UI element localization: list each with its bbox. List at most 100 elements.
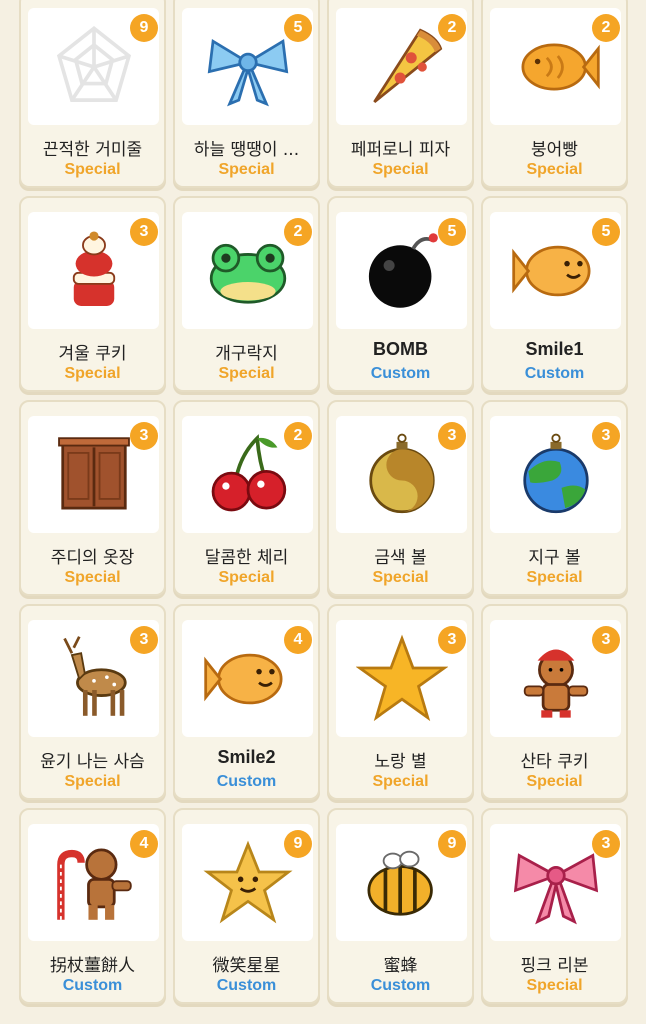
sticker-name: BOMB [373,339,428,359]
sticker-name: Smile1 [525,339,584,359]
count-badge: 9 [438,830,466,858]
sticker-card[interactable]: 3 산타 쿠키 Special [481,604,628,800]
gingerbread-cane-icon [56,848,132,920]
sticker-type-label: Special [64,569,121,586]
sticker-type-label: Custom [370,977,431,994]
sticker-type-label: Custom [216,977,277,994]
sticker-type-label: Special [64,365,121,382]
blue-ribbon-icon [207,38,288,106]
sticker-type-label: Special [526,977,583,994]
sticker-type-label: Special [526,773,583,790]
pizza-icon [372,27,442,103]
sticker-type-label: Special [372,773,429,790]
sticker-card[interactable]: 5 Smile1 Custom [481,196,628,392]
sticker-type-label: Special [372,569,429,586]
sticker-type-label: Special [218,569,275,586]
count-badge: 5 [284,14,312,42]
sticker-type-label: Custom [370,365,431,382]
sticker-type-label: Custom [524,365,585,382]
count-badge: 2 [284,422,312,450]
count-badge: 2 [438,14,466,42]
gold-ornament-icon [368,433,435,513]
sticker-name: Smile2 [217,747,276,767]
sticker-type-label: Custom [216,773,277,790]
pink-ribbon-icon [513,852,598,924]
sticker-card[interactable]: 2 붕어빵 Special [481,0,628,188]
count-badge: 3 [592,626,620,654]
bee-icon [367,850,433,916]
deer-icon [62,635,127,716]
sticker-name: 微笑星星 [212,956,281,976]
count-badge: 3 [438,422,466,450]
smile-fish-icon [203,653,282,704]
count-badge: 5 [592,218,620,246]
count-badge: 9 [130,14,158,42]
sticker-card[interactable]: 4 拐杖薑餅人 Custom [19,808,166,1004]
count-badge: 2 [592,14,620,42]
spider-web-icon [56,25,131,102]
count-badge: 3 [592,830,620,858]
sticker-card[interactable]: 3 지구 볼 Special [481,400,628,596]
count-badge: 3 [130,422,158,450]
sticker-type-label: Special [64,161,121,178]
sticker-name: 지구 볼 [528,548,581,568]
santa-cookie-icon [523,649,588,718]
sticker-card[interactable]: 3 주디의 옷장 Special [19,400,166,596]
sticker-name: 개구락지 [215,344,278,364]
yellow-star-icon [355,634,448,721]
sticker-type-label: Special [218,365,275,382]
winter-cookie-icon [72,230,115,306]
sticker-name: 페퍼로니 피자 [350,140,451,160]
sticker-name: 겨울 쿠키 [58,344,127,364]
count-badge: 3 [130,626,158,654]
count-badge: 3 [438,626,466,654]
wardrobe-icon [57,436,130,509]
sticker-name: 노랑 별 [374,752,427,772]
sticker-name: 끈적한 거미줄 [42,140,143,160]
sticker-name: 蜜蜂 [383,956,418,976]
sticker-name: 주디의 옷장 [50,548,135,568]
smile-fish-icon [511,245,590,296]
sticker-name: 하늘 땡땡이 ... [193,140,300,160]
count-badge: 5 [438,218,466,246]
fish-bread-icon [521,43,600,90]
count-badge: 3 [130,218,158,246]
sticker-name: 금색 볼 [374,548,427,568]
earth-ornament-icon [522,433,589,513]
bomb-icon [368,232,438,308]
sticker-type-label: Special [526,161,583,178]
sticker-card[interactable]: 3 금색 볼 Special [327,400,474,596]
sticker-card[interactable]: 9 微笑星星 Custom [173,808,320,1004]
count-badge: 2 [284,218,312,246]
count-badge: 4 [284,626,312,654]
sticker-card[interactable]: 3 노랑 별 Special [327,604,474,800]
sticker-card[interactable]: 2 페퍼로니 피자 Special [327,0,474,188]
sticker-name: 달콤한 체리 [204,548,289,568]
sticker-name: 拐杖薑餅人 [50,956,135,976]
sticker-type-label: Custom [62,977,123,994]
frog-icon [209,243,286,304]
sticker-type-label: Special [372,161,429,178]
sticker-card[interactable]: 3 윤기 나는 사슴 Special [19,604,166,800]
sticker-name: 핑크 리본 [520,956,589,976]
cherry-icon [211,433,286,511]
count-badge: 9 [284,830,312,858]
count-badge: 4 [130,830,158,858]
sticker-card[interactable]: 2 달콤한 체리 Special [173,400,320,596]
sticker-name: 산타 쿠키 [520,752,589,772]
sticker-grid: 9 끈적한 거미줄 Special 5 하늘 땡땡이 ... Special 2… [19,0,628,1008]
sticker-type-label: Special [218,161,275,178]
sticker-card[interactable]: 2 개구락지 Special [173,196,320,392]
sticker-type-label: Special [64,773,121,790]
sticker-card[interactable]: 9 끈적한 거미줄 Special [19,0,166,188]
sticker-name: 붕어빵 [531,140,578,160]
sticker-card[interactable]: 4 Smile2 Custom [173,604,320,800]
sticker-name: 윤기 나는 사슴 [40,752,145,772]
count-badge: 3 [592,422,620,450]
sticker-card[interactable]: 5 하늘 땡땡이 ... Special [173,0,320,188]
smiling-star-icon [202,840,293,923]
sticker-card[interactable]: 9 蜜蜂 Custom [327,808,474,1004]
sticker-card[interactable]: 3 겨울 쿠키 Special [19,196,166,392]
sticker-card[interactable]: 3 핑크 리본 Special [481,808,628,1004]
sticker-card[interactable]: 5 BOMB Custom [327,196,474,392]
